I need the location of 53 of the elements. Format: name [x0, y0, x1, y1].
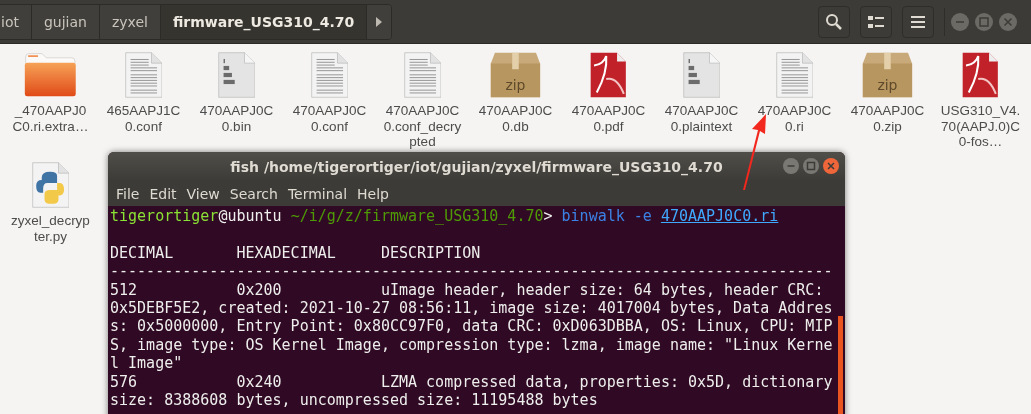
right-arrow-icon	[375, 15, 384, 28]
output-line: 576 0x240 LZMA compressed data, properties: 0x5D, dictionary size: 8388608 bytes, uncompressed size: 11195488 bytes	[110, 372, 833, 410]
document-icon[interactable]	[775, 52, 814, 98]
file-link[interactable]: 470AAPJ0C0.ri	[660, 207, 779, 225]
minimize-button[interactable]	[951, 12, 969, 31]
file-name[interactable]: 470AAPJ0C0.bin	[196, 103, 277, 134]
file-name[interactable]: 465AAPJ1C0.conf	[103, 103, 184, 134]
output-line: 512 0x200 uImage header, header size: 64 bytes, header CRC: 0x5DEBF5E2, created: 2021-10-27 08:56:11, image size: 4017004 bytes, Data Address: 0x5000000, Entry Point: 0x80CC97F0, data CRC: 0xD063DBBA, OS: Linux, CPU: MIPS, image type: OS Kernel Image, compression type: lzma, image name: "Linux Kernel Image"	[110, 280, 833, 373]
output-line: DECIMAL HEXADECIMAL DESCRIPTION	[110, 243, 482, 263]
pdf-document-icon[interactable]	[590, 52, 627, 98]
output-line: --------------------------------------------------------------------------------	[110, 262, 833, 281]
menu-item[interactable]: Edit	[144, 185, 182, 202]
file-name[interactable]: 470AAPJ0C0.db	[475, 103, 556, 134]
close-button[interactable]	[823, 158, 839, 174]
menu-item[interactable]: File	[111, 185, 145, 202]
file-name[interactable]: USG310_V4.70(AAPJ.0)C0-fos…	[940, 103, 1021, 150]
next-path-button[interactable]	[367, 4, 392, 39]
breadcrumb-button[interactable]: firmware_USG310_4.70	[160, 4, 368, 39]
menu-item[interactable]: View	[181, 185, 225, 202]
close-button[interactable]	[999, 12, 1017, 31]
menu-button[interactable]	[902, 5, 934, 38]
prompt-line: tigerortiger@ubuntu ~/i/g/z/firmware_USG310_4.70> binwalk -e 470AAPJ0C0.ri	[110, 207, 780, 226]
binary-file-icon[interactable]	[217, 52, 256, 98]
menu-item[interactable]: Terminal	[282, 185, 353, 202]
breadcrumb-button[interactable]: zyxel	[99, 4, 161, 39]
document-icon[interactable]	[403, 52, 442, 98]
file-name[interactable]: 470AAPJ0C0.zip	[847, 103, 928, 134]
search-icon	[825, 12, 843, 31]
file-name[interactable]: 470AAPJ0C0.conf_decrypted	[382, 103, 463, 150]
menu-item[interactable]: Help	[352, 185, 394, 202]
menu-item[interactable]: Search	[224, 185, 283, 202]
pdf-document-icon[interactable]	[962, 52, 999, 98]
file-name[interactable]: 470AAPJ0C0.ri	[754, 103, 835, 134]
maximize-button[interactable]	[803, 158, 819, 174]
file-name[interactable]: 470AAPJ0C0.plaintext	[661, 103, 742, 134]
list-view-icon	[868, 14, 884, 29]
search-button[interactable]	[818, 5, 850, 38]
file-name[interactable]: zyxel_decrypter.py	[10, 213, 91, 244]
document-icon[interactable]	[124, 52, 163, 98]
breadcrumb-button[interactable]: iot	[0, 4, 32, 39]
view-toggle-button[interactable]	[860, 5, 892, 38]
maximize-button[interactable]	[975, 12, 993, 31]
window-title: fish /home/tigerortiger/iot/gujian/zyxel/firmware_USG310_4.70	[230, 158, 723, 175]
folder-icon[interactable]	[24, 52, 77, 98]
binary-file-icon[interactable]	[682, 52, 721, 98]
file-name[interactable]: 470AAPJ0C0.pdf	[568, 103, 649, 134]
document-icon[interactable]	[310, 52, 349, 98]
minimize-button[interactable]	[783, 158, 799, 174]
breadcrumb-button[interactable]: gujian	[31, 4, 100, 39]
file-name[interactable]: _470AAPJ0C0.ri.extra…	[10, 103, 91, 134]
menu-icon	[911, 15, 925, 28]
python-file-icon[interactable]	[31, 162, 70, 208]
file-name[interactable]: 470AAPJ0C0.conf	[289, 103, 370, 134]
